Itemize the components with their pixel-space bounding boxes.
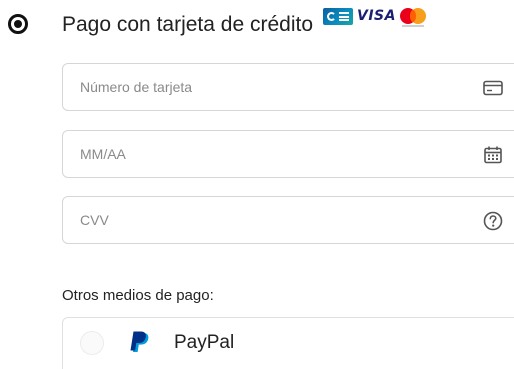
paypal-radio[interactable]	[80, 331, 104, 355]
credit-card-option-header[interactable]: Pago con tarjeta de crédito VISA	[0, 0, 514, 52]
payment-form: Pago con tarjeta de crédito VISA Número …	[0, 0, 514, 369]
card-brand-logos: VISA	[323, 8, 427, 27]
visa-logo: VISA	[357, 8, 396, 24]
expiry-placeholder: MM/AA	[80, 146, 126, 162]
credit-card-icon	[483, 80, 503, 96]
calendar-icon	[484, 146, 502, 164]
help-circle-icon[interactable]	[482, 210, 504, 232]
credit-card-radio[interactable]	[8, 14, 28, 34]
paypal-label: PayPal	[174, 332, 235, 353]
cvv-placeholder: CVV	[80, 212, 109, 228]
card-number-field[interactable]: Número de tarjeta	[62, 63, 514, 111]
expiry-field[interactable]: MM/AA	[62, 130, 514, 178]
cvv-field[interactable]: CVV	[62, 196, 514, 244]
mastercard-logo	[399, 8, 427, 32]
other-payment-methods-label: Otros medios de pago:	[62, 287, 214, 304]
paypal-logo	[130, 331, 149, 352]
radio-selected-dot	[14, 20, 22, 28]
paypal-option[interactable]: PayPal	[62, 317, 514, 369]
card-number-placeholder: Número de tarjeta	[80, 79, 193, 95]
credit-card-option-title: Pago con tarjeta de crédito	[62, 13, 313, 36]
cb-logo	[323, 8, 353, 25]
